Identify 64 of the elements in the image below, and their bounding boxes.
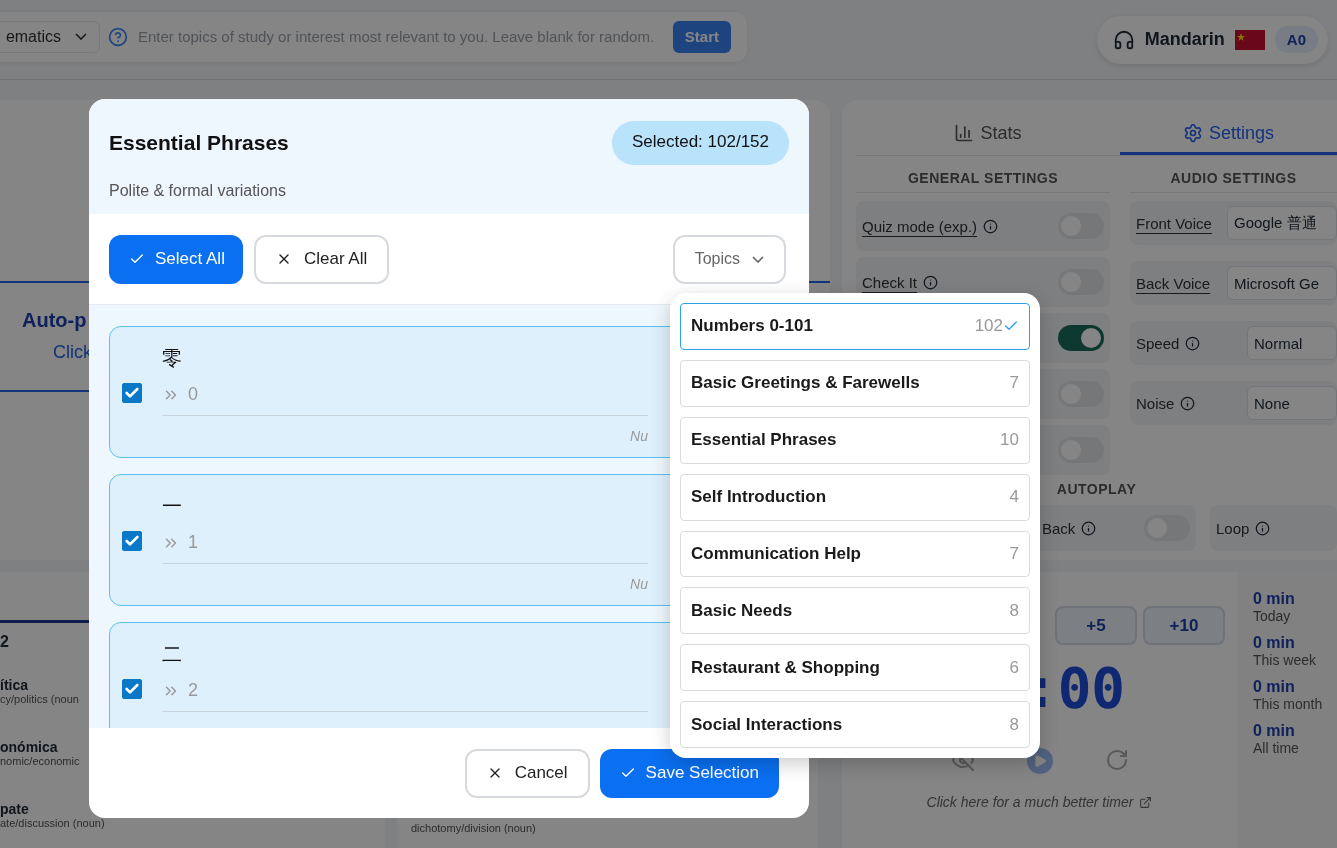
word-text: pate: [0, 801, 29, 817]
select-field[interactable]: None: [1247, 386, 1337, 420]
stat-value: 0 min: [1253, 634, 1295, 651]
section-heading: GENERAL SETTINGS: [856, 156, 1110, 193]
topic-option[interactable]: Basic Needs 8: [680, 587, 1030, 635]
stat-value: 0 min: [1253, 678, 1295, 695]
language-pill[interactable]: Mandarin A0: [1096, 15, 1328, 64]
word-meaning: nomic/economic: [0, 755, 80, 767]
setting-label: Back Voice: [1136, 274, 1211, 292]
phrase-word: 一: [162, 493, 183, 520]
topic-option[interactable]: Numbers 0-101 102: [680, 303, 1030, 350]
phrase-word: 零: [162, 345, 183, 372]
setting-label: Check It: [862, 273, 918, 291]
word-meaning: cy/politics (noun: [0, 693, 79, 705]
phrase-category: Nu: [630, 576, 648, 592]
phrase-translation: 1: [188, 532, 198, 553]
word-text: onómica: [0, 739, 58, 755]
phrase-translation: 0: [188, 384, 198, 405]
stat-label: This month: [1253, 696, 1324, 712]
stat-label: Today: [1253, 608, 1292, 624]
selected-count-badge: Selected: 102/152: [611, 121, 789, 165]
setting-label: Front Voice: [1136, 214, 1212, 232]
setting-label: Noise: [1136, 394, 1175, 412]
topic-option[interactable]: Self Introduction 4: [680, 473, 1030, 521]
select-field[interactable]: Microsoft Ge: [1227, 266, 1337, 300]
topics-dropdown[interactable]: Topics: [672, 234, 786, 284]
setting-label: Quiz mode (exp.): [862, 217, 978, 235]
topic-option[interactable]: Essential Phrases 10: [680, 416, 1030, 464]
select-all-button[interactable]: Select All: [109, 234, 243, 284]
setting-label: Back: [1042, 519, 1076, 537]
setting-label: Speed: [1136, 334, 1180, 352]
topic-option[interactable]: Social Interactions 8: [680, 701, 1030, 748]
word-meaning: dichotomy/division (noun): [411, 822, 536, 834]
select-field[interactable]: Google 普通: [1227, 206, 1337, 240]
phrase-translation: 2: [188, 680, 198, 701]
timer-link[interactable]: Click here for a much better timer: [926, 794, 1153, 810]
cancel-button[interactable]: Cancel: [464, 748, 590, 798]
phrase-category: Nu: [630, 428, 648, 444]
topic-option[interactable]: Restaurant & Shopping 6: [680, 644, 1030, 692]
word-text: ítica: [0, 677, 28, 693]
dialog-subtitle: Polite & formal variations: [109, 181, 287, 201]
stat-value: 0 min: [1253, 722, 1295, 739]
section-heading: AUDIO SETTINGS: [1130, 156, 1337, 193]
dialog-title: Essential Phrases: [109, 130, 290, 156]
level-badge: A0: [1274, 26, 1318, 53]
word-meaning: ate/discussion (noun): [0, 817, 105, 829]
subject-select[interactable]: ematics: [0, 20, 100, 53]
topic-option[interactable]: Communication Help 7: [680, 530, 1030, 578]
setting-label: Loop: [1216, 519, 1250, 537]
panel-tab[interactable]: Settings: [1120, 114, 1337, 155]
stat-value: 0 min: [1253, 590, 1295, 607]
section-heading: AUTOPLAY: [1056, 481, 1137, 497]
stat-label: This week: [1253, 652, 1318, 668]
add-time-button[interactable]: +10: [1143, 606, 1225, 645]
select-field[interactable]: Normal: [1247, 326, 1337, 360]
phrase-word: 二: [162, 641, 183, 668]
clear-all-button[interactable]: Clear All: [253, 234, 390, 284]
stat-label: All time: [1253, 740, 1300, 756]
add-time-button[interactable]: +5: [1055, 606, 1137, 645]
panel-tab[interactable]: Stats: [856, 114, 1120, 155]
start-button[interactable]: Start: [672, 20, 731, 53]
autoplay-title: Auto-p: [22, 309, 87, 332]
language-name: Mandarin: [1144, 29, 1225, 50]
topic-option[interactable]: Basic Greetings & Farewells 7: [680, 359, 1030, 407]
